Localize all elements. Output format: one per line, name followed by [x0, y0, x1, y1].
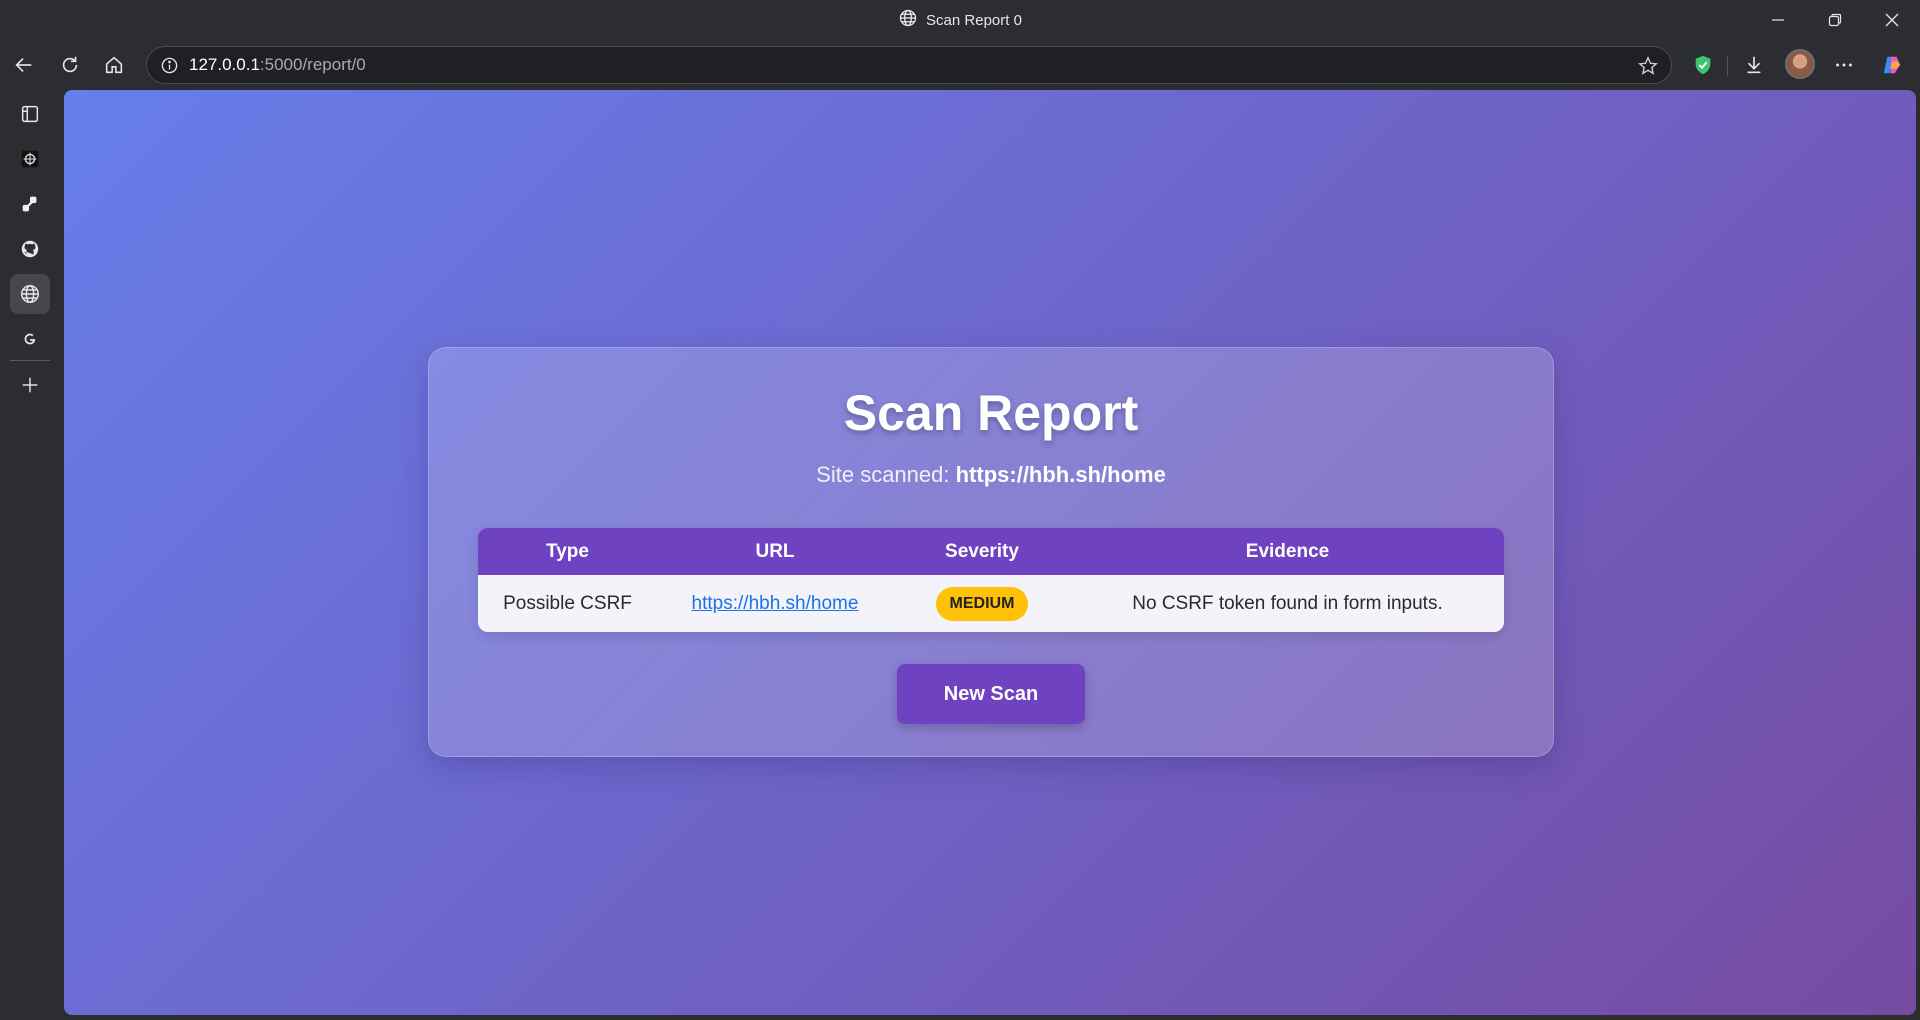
table-row: Possible CSRF https://hbh.sh/home MEDIUM… [478, 575, 1504, 632]
app-icon-1 [21, 150, 39, 168]
back-button[interactable] [6, 47, 42, 83]
sidebar-divider [10, 360, 50, 361]
downloads-button[interactable] [1736, 47, 1772, 83]
globe-icon [898, 8, 918, 32]
severity-badge: MEDIUM [935, 586, 1029, 621]
finding-evidence: No CSRF token found in form inputs. [1132, 592, 1443, 614]
home-icon [105, 56, 123, 74]
globe-icon [21, 285, 39, 303]
finding-url-cell: https://hbh.sh/home [657, 593, 893, 615]
back-icon [15, 57, 32, 73]
sidebar-current-site[interactable] [10, 274, 50, 314]
finding-type: Possible CSRF [503, 592, 632, 614]
address-path: :5000/report/0 [259, 55, 366, 74]
finding-severity-cell: MEDIUM [893, 586, 1071, 621]
home-button[interactable] [96, 47, 132, 83]
toolbar-divider [1727, 56, 1728, 76]
shield-extension-icon [1695, 55, 1711, 75]
browser-toolbar: 127.0.0.1:5000/report/0 [0, 40, 1920, 90]
download-icon [1747, 56, 1761, 74]
reload-button[interactable] [52, 47, 88, 83]
google-icon [24, 333, 36, 345]
sidebar-add-button[interactable] [10, 365, 50, 405]
window-titlebar: Scan Report 0 [0, 0, 1920, 40]
new-scan-button[interactable]: New Scan [897, 664, 1085, 724]
favorite-star-icon [1638, 56, 1658, 75]
vertical-sidebar [0, 90, 60, 1020]
sidebar-github[interactable] [10, 229, 50, 269]
subtitle-prefix: Site scanned: [816, 462, 956, 487]
site-info-icon[interactable] [157, 53, 181, 77]
profile-avatar[interactable] [1785, 49, 1815, 79]
more-button[interactable] [1826, 47, 1862, 83]
favorite-button[interactable] [1635, 53, 1661, 79]
close-icon [1885, 13, 1898, 27]
more-icon [1836, 63, 1852, 67]
table-header-row: Type URL Severity Evidence [478, 528, 1504, 575]
page-viewport: Scan Report Site scanned: https://hbh.sh… [64, 90, 1916, 1015]
window-controls [1749, 0, 1920, 40]
address-url[interactable]: 127.0.0.1:5000/report/0 [189, 55, 366, 75]
close-button[interactable] [1863, 0, 1920, 40]
finding-url-link[interactable]: https://hbh.sh/home [692, 593, 859, 615]
reload-icon [62, 56, 78, 73]
findings-table: Type URL Severity Evidence Possible CSRF… [478, 528, 1504, 632]
column-header-type: Type [546, 540, 589, 562]
app-icon-2 [22, 196, 37, 212]
restore-icon [1828, 13, 1841, 27]
column-header-evidence: Evidence [1245, 540, 1330, 562]
minimize-button[interactable] [1749, 0, 1806, 40]
column-header-url: URL [755, 540, 795, 562]
address-host: 127.0.0.1 [189, 55, 260, 74]
tab-actions-button[interactable] [10, 94, 50, 134]
sidebar-app-1[interactable] [10, 139, 50, 179]
restore-button[interactable] [1806, 0, 1863, 40]
tab-actions-icon [21, 105, 39, 123]
report-card: Scan Report Site scanned: https://hbh.sh… [428, 347, 1554, 757]
address-bar[interactable]: 127.0.0.1:5000/report/0 [146, 46, 1672, 84]
sidebar-google[interactable] [10, 319, 50, 359]
window-title: Scan Report 0 [926, 11, 1022, 29]
shield-extension-button[interactable] [1685, 47, 1721, 83]
sidebar-app-2[interactable] [10, 184, 50, 224]
window-title-area: Scan Report 0 [0, 0, 1920, 40]
site-scanned-line: Site scanned: https://hbh.sh/home [429, 462, 1553, 488]
minimize-icon [1771, 19, 1784, 21]
column-header-severity: Severity [945, 540, 1019, 562]
copilot-button[interactable] [1874, 47, 1910, 83]
page-title: Scan Report [843, 385, 1139, 441]
copilot-icon [1883, 56, 1901, 74]
scanned-site-url: https://hbh.sh/home [955, 462, 1166, 487]
github-icon [21, 240, 39, 258]
add-icon [22, 377, 38, 393]
